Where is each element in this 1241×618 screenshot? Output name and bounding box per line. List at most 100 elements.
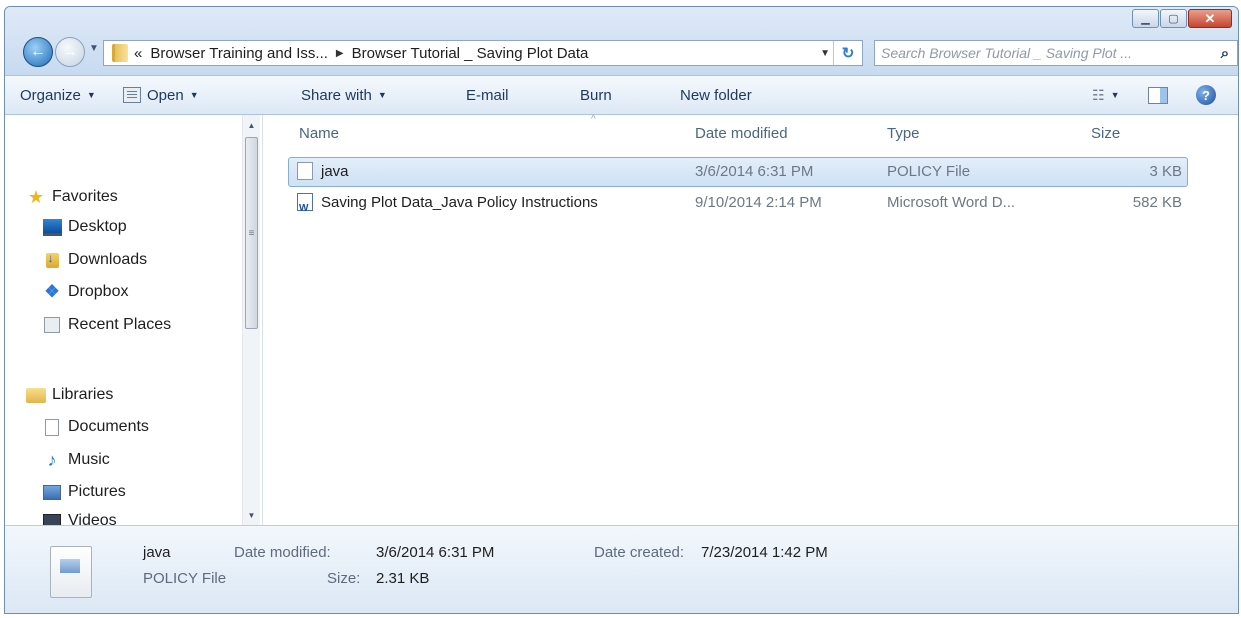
- file-list: Name Date modified Type Size java 3/6/20…: [263, 115, 1238, 525]
- file-size: 3 KB: [1149, 163, 1182, 180]
- file-name: Saving Plot Data_Java Policy Instruction…: [321, 194, 598, 211]
- caption-buttons: ▁ ▢ ✕: [1131, 9, 1232, 28]
- change-view-button[interactable]: ☷ ▼: [1092, 84, 1119, 106]
- breadcrumb-separator-icon[interactable]: ▶: [336, 48, 344, 59]
- column-header-date-modified[interactable]: Date modified: [695, 115, 788, 153]
- chevron-down-icon: ▼: [189, 90, 199, 100]
- email-button[interactable]: E-mail: [466, 84, 509, 106]
- scroll-down-icon[interactable]: ▼: [243, 507, 260, 523]
- details-size-label: Size:: [327, 570, 361, 587]
- nav-label: Documents: [68, 418, 149, 435]
- recent-places-icon: [41, 315, 63, 335]
- nav-item-documents[interactable]: Documents: [41, 413, 149, 441]
- column-header-type[interactable]: Type: [887, 115, 920, 153]
- file-name-cell: Saving Plot Data_Java Policy Instruction…: [297, 189, 598, 223]
- details-created-value: 7/23/2014 1:42 PM: [701, 544, 828, 561]
- column-header-name[interactable]: Name: [299, 115, 339, 153]
- open-button[interactable]: Open ▼: [123, 84, 199, 106]
- chevron-down-icon: ▼: [377, 90, 387, 100]
- nav-item-pictures[interactable]: Pictures: [41, 478, 126, 506]
- organize-label: Organize: [20, 86, 81, 104]
- details-file-name: java: [143, 544, 171, 561]
- file-size: 582 KB: [1132, 194, 1182, 211]
- nav-item-dropbox[interactable]: ❖ Dropbox: [41, 278, 128, 306]
- documents-icon: [41, 417, 63, 437]
- file-type: POLICY File: [887, 163, 971, 180]
- refresh-button[interactable]: ↻: [833, 41, 862, 65]
- explorer-window: ▁ ▢ ✕ ← → ▼ « Browser Training and Iss..…: [4, 6, 1239, 614]
- nav-item-desktop[interactable]: Desktop: [41, 213, 127, 241]
- column-header-size[interactable]: Size: [1091, 115, 1120, 153]
- star-icon: ★: [27, 186, 45, 207]
- word-document-icon: [297, 193, 313, 223]
- details-modified-label: Date modified:: [234, 544, 331, 561]
- file-type: Microsoft Word D...: [887, 194, 1016, 211]
- scrollbar-thumb[interactable]: ≡: [245, 137, 258, 329]
- refresh-icon: ↻: [841, 45, 855, 62]
- pictures-icon: [41, 482, 63, 502]
- nav-label: Libraries: [52, 386, 114, 403]
- preview-pane-icon: [1148, 86, 1168, 104]
- preview-pane-button[interactable]: [1148, 84, 1168, 106]
- details-modified-value: 3/6/2014 6:31 PM: [376, 544, 495, 561]
- sort-indicator-icon: ^: [591, 114, 596, 125]
- file-name: java: [321, 163, 349, 180]
- policy-file-large-icon: [50, 546, 92, 598]
- title-bar: ▁ ▢ ✕ ← → ▼ « Browser Training and Iss..…: [5, 7, 1238, 75]
- nav-item-downloads[interactable]: Downloads: [41, 246, 147, 274]
- nav-item-recent-places[interactable]: Recent Places: [41, 311, 171, 339]
- nav-label: Recent Places: [68, 316, 172, 333]
- search-input[interactable]: Search Browser Tutorial _ Saving Plot ..…: [881, 45, 1213, 61]
- chevron-down-icon: ▼: [86, 90, 96, 100]
- command-bar: Organize ▼ Open ▼ Share with ▼ E-mail Bu…: [5, 75, 1238, 115]
- file-date: 9/10/2014 2:14 PM: [695, 194, 822, 211]
- downloads-icon: [41, 250, 63, 270]
- details-created-label: Date created:: [594, 544, 685, 561]
- address-dropdown-icon[interactable]: ▼: [820, 48, 830, 59]
- nav-label: Dropbox: [68, 283, 129, 300]
- breadcrumb-item[interactable]: Browser Training and Iss...: [150, 45, 328, 62]
- breadcrumb-overflow[interactable]: «: [134, 45, 142, 62]
- file-row[interactable]: java 3/6/2014 6:31 PM POLICY File 3 KB: [288, 157, 1188, 187]
- address-bar[interactable]: « Browser Training and Iss... ▶ Browser …: [103, 40, 863, 66]
- minimize-button[interactable]: ▁: [1132, 9, 1159, 28]
- back-arrow-icon: ←: [30, 43, 46, 60]
- back-button[interactable]: ←: [23, 37, 53, 67]
- open-label: Open: [147, 86, 184, 104]
- details-file-type: POLICY File: [143, 570, 227, 587]
- nav-label: Desktop: [68, 218, 127, 235]
- share-with-label: Share with: [301, 86, 372, 104]
- breadcrumb-item[interactable]: Browser Tutorial _ Saving Plot Data: [352, 45, 589, 62]
- open-document-icon: [123, 87, 141, 103]
- recent-pages-dropdown[interactable]: ▼: [89, 43, 99, 54]
- nav-item-music[interactable]: ♪ Music: [41, 446, 110, 474]
- nav-label: Music: [68, 451, 110, 468]
- libraries-icon: [25, 385, 47, 405]
- forward-button[interactable]: →: [55, 37, 85, 67]
- policy-file-icon: [297, 162, 313, 181]
- share-with-menu[interactable]: Share with ▼: [301, 84, 387, 106]
- burn-button[interactable]: Burn: [580, 84, 612, 106]
- scroll-up-icon[interactable]: ▲: [243, 117, 260, 133]
- close-button[interactable]: ✕: [1188, 9, 1232, 28]
- nav-label: Favorites: [52, 188, 118, 205]
- email-label: E-mail: [466, 86, 509, 104]
- chevron-down-icon: ▼: [1110, 90, 1120, 100]
- details-size-value: 2.31 KB: [376, 570, 430, 587]
- nav-favorites[interactable]: ★ Favorites: [25, 183, 118, 211]
- nav-label: Pictures: [68, 483, 126, 500]
- desktop-icon: [41, 217, 63, 237]
- search-box[interactable]: Search Browser Tutorial _ Saving Plot ..…: [874, 40, 1238, 66]
- new-folder-button[interactable]: New folder: [680, 84, 752, 106]
- help-button[interactable]: ?: [1196, 84, 1216, 106]
- forward-arrow-icon: →: [62, 43, 78, 60]
- details-pane: java POLICY File Date modified: 3/6/2014…: [5, 525, 1238, 613]
- organize-menu[interactable]: Organize ▼: [20, 84, 96, 106]
- nav-libraries[interactable]: Libraries: [25, 381, 113, 409]
- nav-scrollbar[interactable]: ▲ ≡ ▼: [242, 115, 260, 525]
- burn-label: Burn: [580, 86, 612, 104]
- file-row[interactable]: Saving Plot Data_Java Policy Instruction…: [288, 188, 1188, 223]
- search-icon[interactable]: ⌕: [1213, 45, 1237, 62]
- maximize-button[interactable]: ▢: [1160, 9, 1187, 28]
- folder-icon: [112, 44, 128, 62]
